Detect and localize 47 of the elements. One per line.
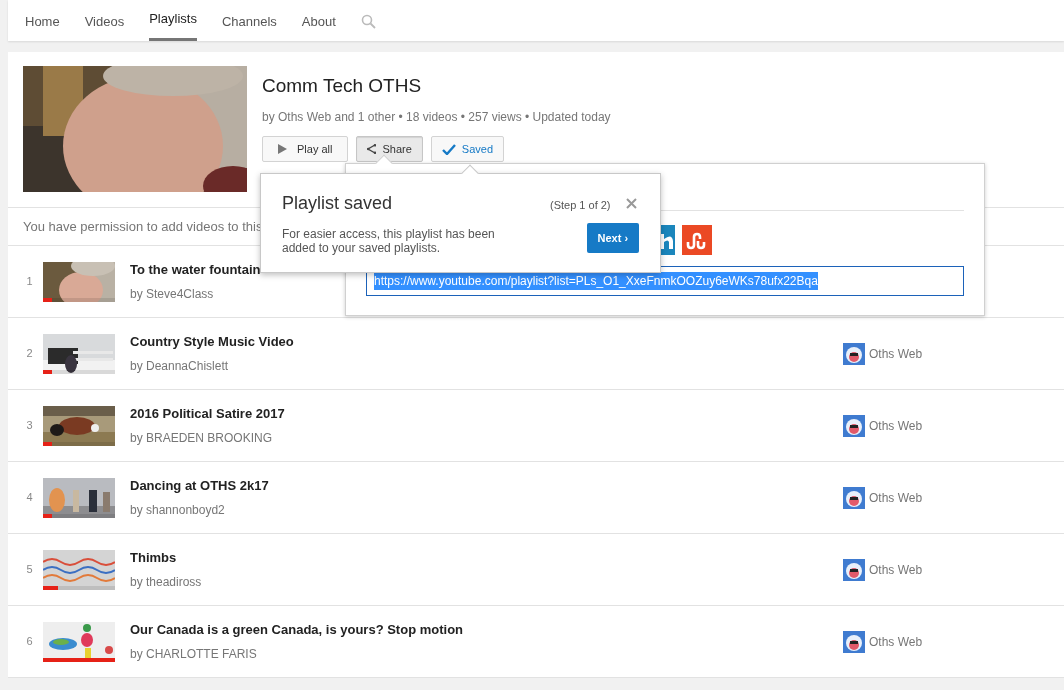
nav-tab[interactable]: Playlists — [149, 8, 197, 41]
video-index: 4 — [25, 490, 34, 506]
checkmark-icon — [441, 143, 456, 155]
tooltip-body: For easier access, this playlist has been added to your saved playlists. — [282, 227, 496, 255]
video-author[interactable]: by BRAEDEN BROOKING — [130, 428, 273, 447]
video-author[interactable]: by theadiross — [130, 572, 202, 591]
video-title[interactable]: Our Canada is a green Canada, is yours? Stop motion — [130, 620, 463, 640]
video-title[interactable]: Dancing at OTHS 2k17 — [130, 476, 269, 496]
channel-name[interactable]: Oths Web — [869, 344, 923, 363]
video-title[interactable]: Thimbs — [130, 548, 177, 568]
video-index: 3 — [25, 418, 34, 434]
nav-tab[interactable]: Home — [25, 11, 60, 41]
tooltip-title: Playlist saved — [282, 192, 394, 215]
close-icon[interactable] — [625, 198, 637, 209]
channel-name[interactable]: Oths Web — [869, 416, 923, 435]
share-button[interactable]: Share — [356, 136, 423, 162]
video-author[interactable]: by DeannaChislett — [130, 356, 229, 375]
tooltip-step: (Step 1 of 2) — [550, 196, 611, 214]
nav-tab[interactable]: Channels — [221, 11, 277, 41]
video-title[interactable]: 2016 Political Satire 2017 — [130, 404, 285, 424]
video-author[interactable]: by shannonboyd2 — [130, 500, 225, 519]
video-index: 2 — [25, 346, 34, 362]
channel-name[interactable]: Oths Web — [869, 632, 923, 651]
playlist-title: Comm Tech OTHS — [262, 74, 423, 98]
video-author[interactable]: by CHARLOTTE FARIS — [130, 644, 257, 663]
playlist-meta: by Oths Web and 1 other • 18 videos • 257 views • Updated today — [262, 109, 611, 126]
play-button[interactable]: Play all — [262, 136, 349, 162]
saved-button[interactable]: Saved — [430, 136, 505, 162]
next-button[interactable]: Next › — [586, 223, 639, 253]
video-title[interactable]: To the water fountain — [130, 260, 261, 280]
video-title[interactable]: Country Style Music Video — [130, 332, 294, 352]
share-icon — [367, 144, 377, 154]
video-index: 6 — [25, 634, 34, 650]
social-share-icon[interactable] — [682, 225, 712, 255]
nav-tab[interactable]: About — [301, 11, 336, 41]
video-index: 5 — [25, 562, 34, 578]
channel-avatar-icon — [843, 414, 865, 437]
video-author[interactable]: by Steve4Class — [130, 284, 214, 303]
video-index: 1 — [25, 274, 34, 290]
play-icon — [278, 144, 287, 154]
channel-avatar-icon — [843, 630, 865, 653]
channel-name[interactable]: Oths Web — [869, 560, 923, 579]
channel-avatar-icon — [843, 486, 865, 509]
channel-avatar-icon — [843, 342, 865, 365]
channel-avatar-icon — [843, 558, 865, 581]
nav-tab[interactable]: Videos — [84, 11, 125, 41]
channel-name[interactable]: Oths Web — [869, 488, 923, 507]
